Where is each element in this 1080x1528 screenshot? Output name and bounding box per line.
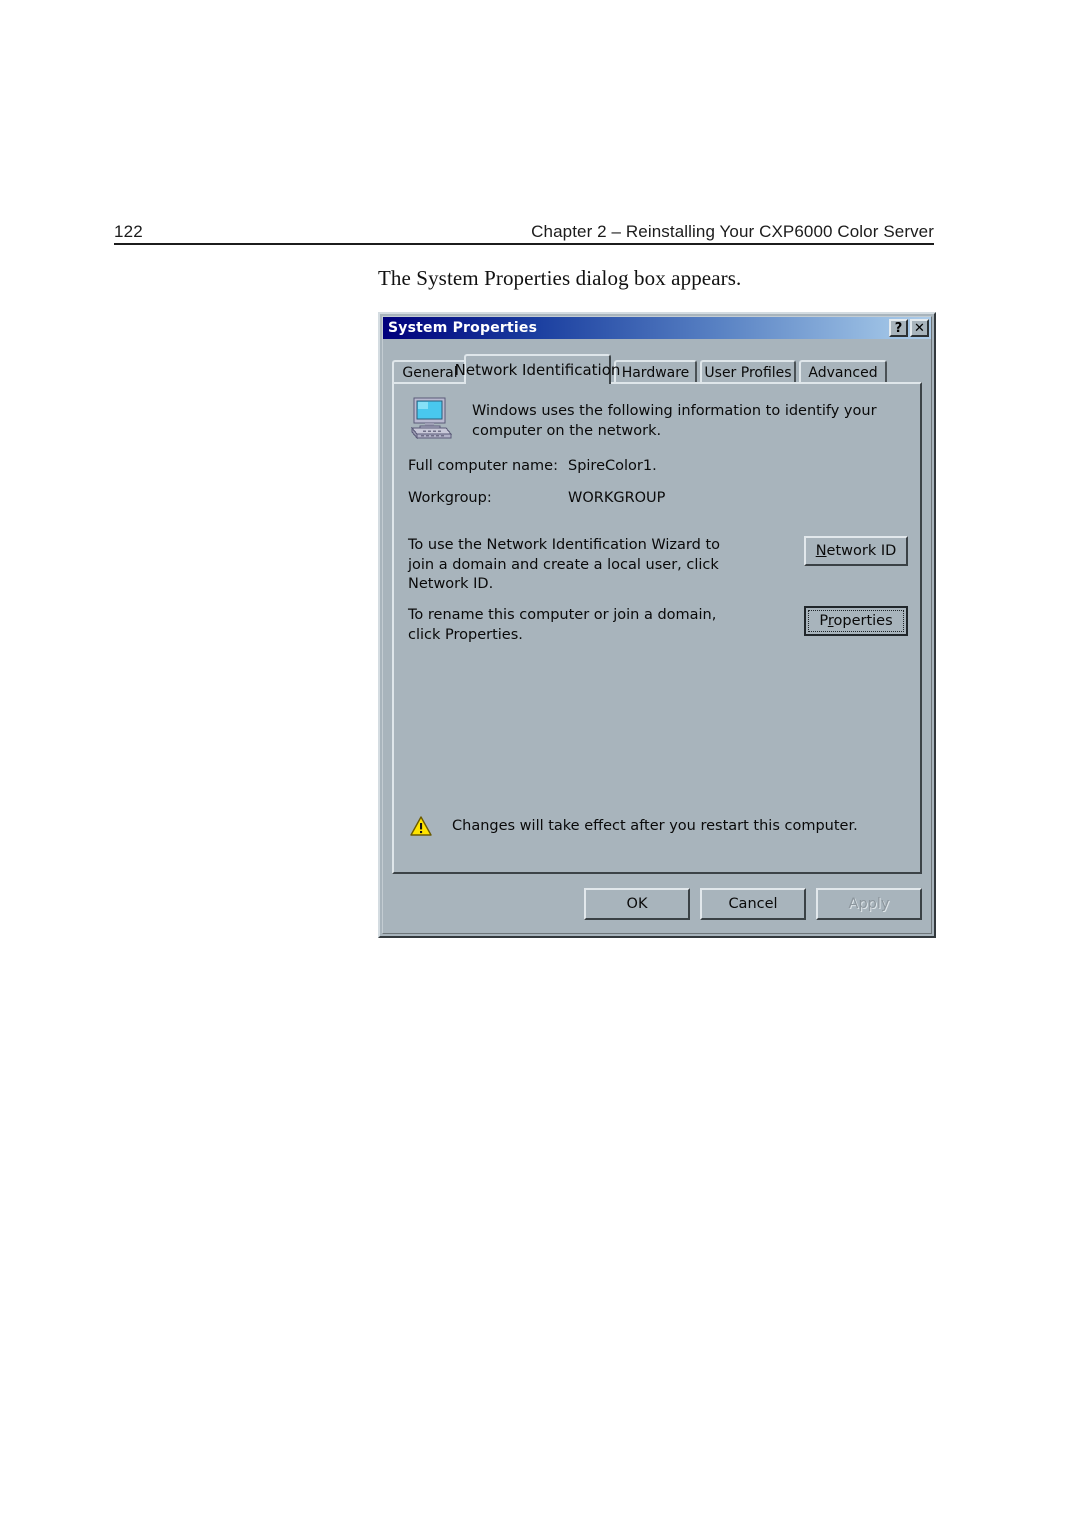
rename-computer-description: To rename this computer or join a domain… [408, 607, 717, 643]
tab-hardware[interactable]: Hardware [614, 360, 697, 384]
tab-advanced[interactable]: Advanced [799, 360, 887, 384]
tab-user-profiles[interactable]: User Profiles [700, 360, 796, 384]
properties-label-post: operties [833, 613, 893, 629]
body-caption: The System Properties dialog box appears… [378, 266, 742, 290]
dialog-title: System Properties [388, 320, 538, 336]
network-id-description: To use the Network Identification Wizard… [408, 537, 721, 593]
intro-text: Windows uses the following information t… [472, 403, 877, 439]
warning-icon [410, 816, 432, 836]
tab-strip: General Network Identification Hardware … [392, 354, 922, 384]
page-number: 122 [114, 222, 143, 241]
dialog-titlebar[interactable]: System Properties ? ✕ [383, 317, 931, 339]
titlebar-buttons: ? ✕ [889, 319, 929, 337]
workgroup-value: WORKGROUP [568, 490, 666, 506]
ok-button-label: OK [626, 896, 648, 912]
properties-label-pre: P [819, 613, 828, 629]
dialog-footer: OK Cancel Apply [584, 888, 922, 920]
tab-network-identification[interactable]: Network Identification [455, 354, 620, 384]
restart-warning-text: Changes will take effect after you resta… [452, 818, 858, 834]
network-id-block: To use the Network Identification Wizard… [408, 536, 908, 595]
page-header: 122 Chapter 2 – Reinstalling Your CXP600… [114, 216, 934, 242]
properties-button[interactable]: Properties [804, 606, 908, 636]
intro-row: Windows uses the following information t… [408, 396, 906, 441]
system-properties-dialog: System Properties ? ✕ General Network Id… [378, 312, 936, 938]
workgroup-label: Workgroup: [408, 490, 492, 506]
workgroup-row: Workgroup: WORKGROUP [408, 490, 665, 506]
network-id-button[interactable]: Network ID [804, 536, 908, 566]
apply-button: Apply [816, 888, 922, 920]
tab-panel-network-identification: Windows uses the following information t… [392, 382, 922, 874]
network-id-mnemonic: N [815, 543, 827, 559]
cancel-button[interactable]: Cancel [700, 888, 806, 920]
restart-warning-row: Changes will take effect after you resta… [410, 816, 858, 836]
full-computer-name-value: SpireColor1. [568, 458, 657, 474]
cancel-button-label: Cancel [728, 896, 778, 912]
header-divider [114, 243, 934, 245]
close-icon[interactable]: ✕ [910, 319, 929, 337]
rename-computer-block: To rename this computer or join a domain… [408, 606, 908, 645]
computer-icon [408, 396, 454, 440]
ok-button[interactable]: OK [584, 888, 690, 920]
chapter-title: Chapter 2 – Reinstalling Your CXP6000 Co… [531, 222, 934, 241]
apply-button-label: Apply [848, 896, 890, 912]
full-computer-name-row: Full computer name: SpireColor1. [408, 458, 657, 474]
help-icon[interactable]: ? [889, 319, 908, 337]
full-computer-name-label: Full computer name: [408, 458, 558, 474]
properties-focus-ring: Properties [808, 610, 904, 632]
network-id-label: etwork ID [826, 543, 897, 559]
